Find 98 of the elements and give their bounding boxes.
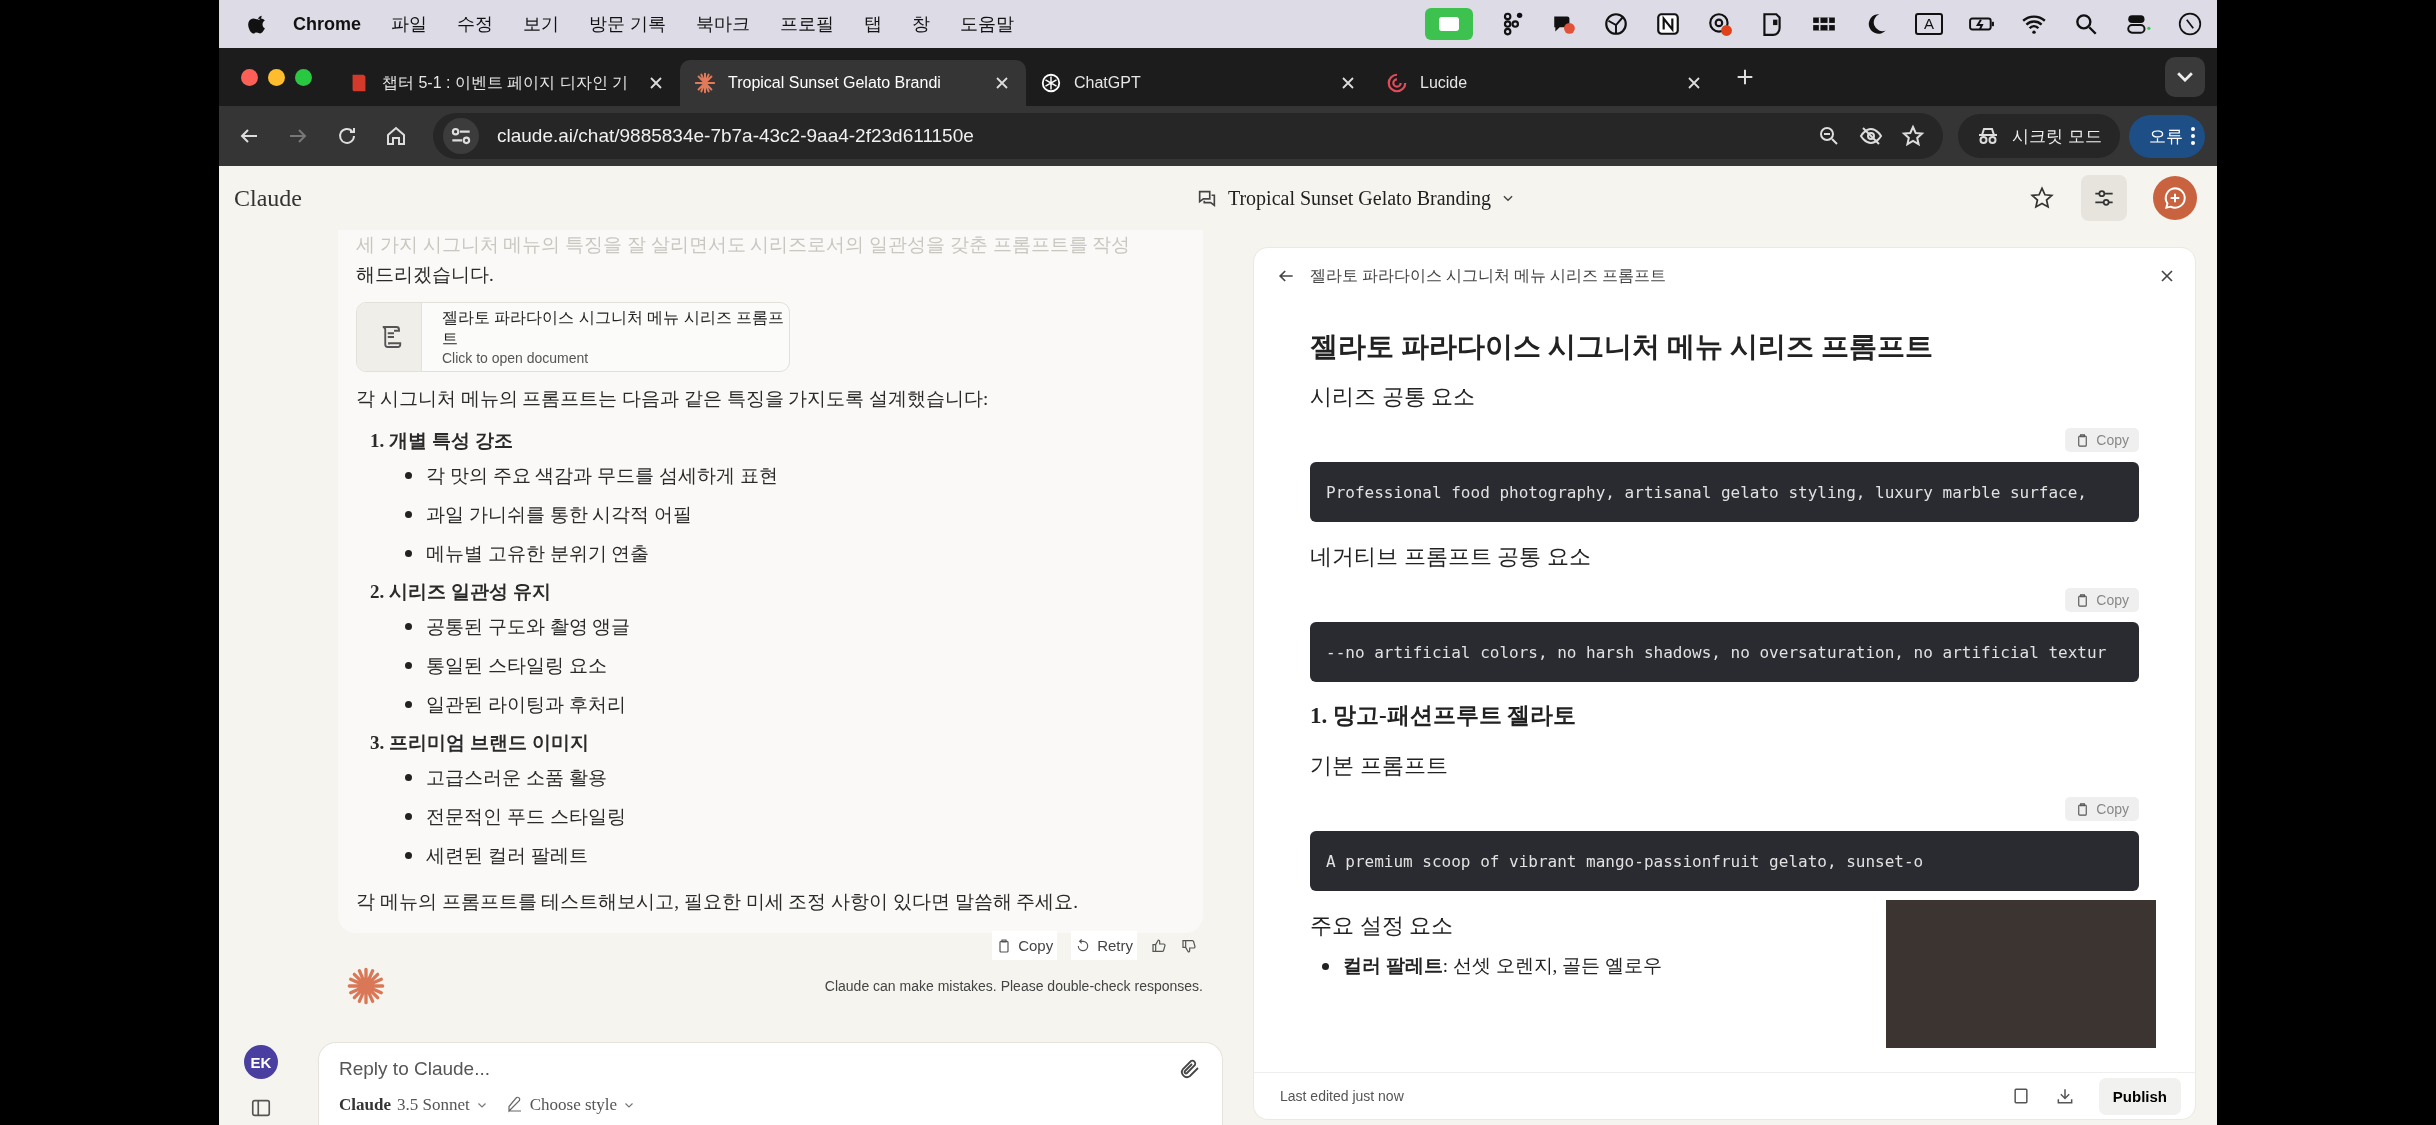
- bullet-dot: [405, 623, 412, 630]
- site-settings-icon[interactable]: [443, 118, 479, 154]
- list-item: 각 맛의 주요 색감과 무드를 섬세하게 표현: [426, 464, 778, 488]
- bullet-dot: [405, 813, 412, 820]
- menu-item[interactable]: 프로필: [780, 12, 835, 36]
- section-heading: 기본 프롬프트: [1310, 752, 1449, 780]
- copy-button[interactable]: Copy: [992, 931, 1058, 960]
- document-hint: Click to open document: [441, 350, 590, 366]
- input-source-indicator[interactable]: A: [1915, 13, 1943, 35]
- list-item: 고급스러운 소품 활용: [426, 766, 607, 790]
- document-title: 젤라토 파라다이스 시그니처 메뉴 시리즈 프롬프트: [441, 308, 786, 349]
- message-text: 해드리겠습니다.: [356, 263, 495, 287]
- section-heading: 시리즈 공통 요소: [1310, 383, 1476, 411]
- bullet-dot: [1322, 962, 1329, 970]
- list-item: 과일 가니쉬를 통한 시각적 어필: [426, 503, 692, 527]
- menu-item[interactable]: 창: [912, 12, 931, 36]
- pen-icon: [505, 1096, 524, 1114]
- list-heading: 2. 시리즈 일관성 유지: [369, 580, 552, 604]
- style-selector[interactable]: Choose style: [505, 1095, 636, 1115]
- clock-icon[interactable]: [2177, 11, 2203, 37]
- close-window-button[interactable]: [241, 68, 258, 86]
- new-chat-button[interactable]: [2153, 176, 2197, 220]
- publish-button[interactable]: Publish: [2098, 1077, 2181, 1115]
- list-item: 일관된 라이팅과 후처리: [426, 693, 626, 717]
- menu-item[interactable]: 보기: [523, 12, 559, 36]
- list-item: 통일된 스타일링 요소: [426, 654, 607, 678]
- bullet-dot: [405, 662, 412, 669]
- paperclip-icon[interactable]: [1178, 1057, 1202, 1081]
- menu-item[interactable]: 도움말: [960, 12, 1015, 36]
- bullet-dot: [405, 472, 412, 479]
- user-avatar[interactable]: EK: [244, 1045, 278, 1079]
- minimize-window-button[interactable]: [268, 68, 285, 86]
- menu-item[interactable]: 수정: [457, 12, 493, 36]
- document-card[interactable]: 젤라토 파라다이스 시그니처 메뉴 시리즈 프롬프트 Click to open document: [356, 302, 790, 372]
- bullet-dot: [405, 550, 412, 557]
- browser-tab[interactable]: Lucide: [1372, 60, 1718, 106]
- list-item: 공통된 구도와 촬영 앵글: [426, 615, 631, 639]
- menu-item[interactable]: 북마크: [696, 12, 751, 36]
- browser-tab[interactable]: ChatGPT: [1026, 60, 1372, 106]
- disclaimer-text: Claude can make mistakes. Please double-check responses.: [824, 978, 1203, 994]
- browser-tab[interactable]: 챕터 5-1 : 이벤트 페이지 디자인 기: [334, 60, 680, 106]
- asterisk-logo-icon: [346, 966, 386, 1006]
- url-text: claude.ai/chat/9885834e-7b7a-43c2-9aa4-2f23d611150e: [497, 125, 974, 147]
- tab-title: Lucide: [1420, 74, 1469, 92]
- star-icon[interactable]: [1901, 124, 1926, 148]
- list-item: 컬러 팔레트: 선셋 오렌지, 골든 옐로우: [1343, 954, 1662, 978]
- tab-title: 챕터 5-1 : 이벤트 페이지 디자인 기: [382, 72, 630, 93]
- spiral-icon: [1386, 72, 1408, 94]
- app-menu[interactable]: Chrome: [293, 13, 361, 35]
- circle-icon[interactable]: [1603, 11, 1629, 37]
- code-text: Professional food photography, artisanal gelato styling, luxury marble surface,: [1326, 482, 2087, 502]
- error-button[interactable]: 오류: [2129, 114, 2205, 158]
- section-heading: 1. 망고-패션프루트 젤라토: [1310, 702, 1578, 730]
- incognito-button[interactable]: 시크릿 모드: [1958, 114, 2120, 158]
- settings-sliders-button[interactable]: [2081, 175, 2127, 221]
- tab-title: Tropical Sunset Gelato Brandi: [728, 74, 942, 92]
- model-selector[interactable]: Claude 3.5 Sonnet: [339, 1095, 488, 1115]
- list-heading: 3. 프리미엄 브랜드 이미지: [369, 731, 590, 755]
- code-text: A premium scoop of vibrant mango-passionfruit gelato, sunset-o: [1326, 851, 1924, 871]
- message-text: 각 시그니처 메뉴의 프롬프트는 다음과 같은 특징을 가지도록 설계했습니다:: [356, 387, 990, 411]
- menu-item[interactable]: 탭: [864, 12, 883, 36]
- search-icon[interactable]: [2073, 11, 2099, 37]
- more-vertical-icon: [2191, 126, 2195, 146]
- section-heading: 네거티브 프롬프트 공통 요소: [1310, 543, 1592, 571]
- bullet-dot: [405, 701, 412, 708]
- conversation-title[interactable]: Tropical Sunset Gelato Branding: [814, 186, 1897, 210]
- letter-n-icon[interactable]: [1655, 11, 1681, 37]
- document-heading: 젤라토 파라다이스 시그니처 메뉴 시리즈 프롬프트: [1310, 330, 1934, 364]
- panel-title: 젤라토 파라다이스 시그니처 메뉴 시리즈 프롬프트: [1310, 265, 1666, 286]
- list-item: 전문적인 푸드 스타일링: [426, 805, 626, 829]
- sidebar-toggle-icon[interactable]: [250, 1097, 272, 1119]
- bullet-dot: [405, 852, 412, 859]
- star-icon[interactable]: [2029, 185, 2055, 211]
- list-heading: 1. 개별 특성 강조: [369, 429, 514, 453]
- edit-status: Last edited just now: [1280, 1088, 1404, 1104]
- asterisk-icon: [694, 72, 716, 94]
- bullet-dot: [405, 774, 412, 781]
- retry-button[interactable]: Retry: [1071, 931, 1137, 960]
- chat-plus-icon: [2162, 185, 2188, 211]
- claude-logo[interactable]: Claude: [234, 184, 534, 212]
- menu-item[interactable]: 방문 기록: [589, 12, 667, 36]
- home-icon[interactable]: [384, 124, 408, 148]
- thumbs-down-icon[interactable]: [1181, 937, 1197, 954]
- menu-item[interactable]: 파일: [391, 12, 427, 36]
- browser-tab[interactable]: Tropical Sunset Gelato Brandi: [680, 60, 1026, 106]
- address-bar[interactable]: claude.ai/chat/9885834e-7b7a-43c2-9aa4-2f23d611150e: [433, 113, 1944, 159]
- code-text: --no artificial colors, no harsh shadows, no oversaturation, no artificial textur: [1326, 642, 2107, 662]
- reply-input[interactable]: Reply to Claude... Claude 3.5 Sonnet Choose style: [318, 1042, 1223, 1125]
- tab-list-button[interactable]: [2165, 57, 2205, 97]
- list-item: 세련된 컬러 팔레트: [426, 844, 588, 868]
- chevron-down-icon: [2177, 72, 2193, 82]
- zoom-window-button[interactable]: [295, 68, 312, 86]
- thumbs-up-icon[interactable]: [1151, 937, 1167, 954]
- list-item: 메뉴별 고유한 분위기 연출: [426, 542, 650, 566]
- bullet-dot: [405, 511, 412, 518]
- message-text: 각 메뉴의 프롬프트를 테스트해보시고, 필요한 미세 조정 사항이 있다면 말씀해 주세요.: [356, 890, 1079, 914]
- tab-title: ChatGPT: [1074, 74, 1142, 92]
- section-heading: 주요 설정 요소: [1310, 912, 1454, 940]
